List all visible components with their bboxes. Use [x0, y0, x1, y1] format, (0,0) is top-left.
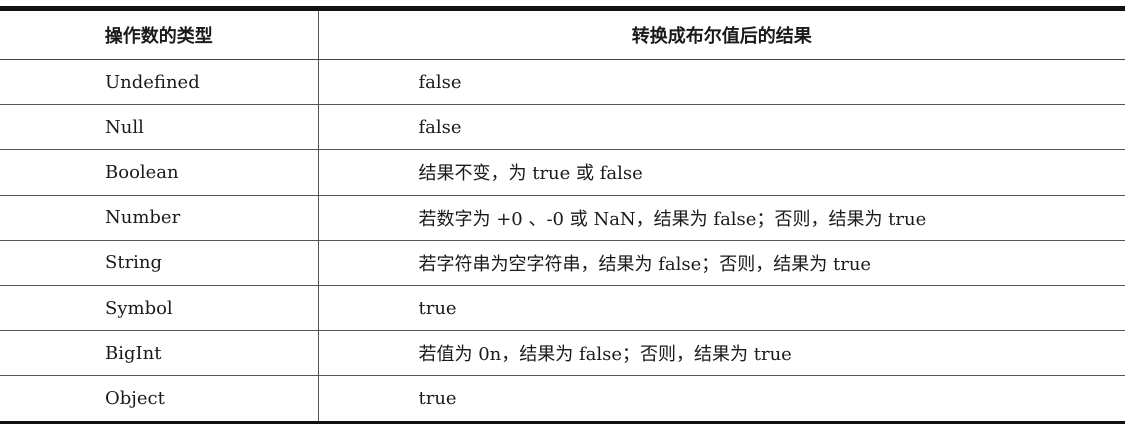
cell-type: Null — [0, 104, 319, 151]
cell-type: Object — [0, 375, 319, 421]
cell-result: false — [318, 59, 1125, 106]
cell-result: true — [318, 285, 1125, 332]
cell-type: String — [0, 240, 319, 286]
cell-result: 若值为 0n，结果为 false；否则，结果为 true — [318, 330, 1125, 377]
table-row: Null false — [0, 104, 1125, 151]
cell-result: true — [418, 387, 457, 409]
cell-result: 结果不变，为 true 或 false — [318, 149, 1125, 196]
cell-type: BigInt — [0, 330, 319, 377]
header-boolean-result: 转换成布尔值后的结果 — [318, 11, 1125, 60]
table-row: Undefined false — [0, 59, 1125, 106]
cell-type: Boolean — [0, 149, 319, 196]
table-row: Boolean 结果不变，为 true 或 false — [0, 149, 1125, 196]
table-row: String 若字符串为空字符串，结果为 false；否则，结果为 true — [0, 240, 1125, 286]
boolean-conversion-table: 操作数的类型 转换成布尔值后的结果 Undefined false Null f… — [0, 6, 1125, 424]
header-operand-type: 操作数的类型 — [0, 11, 319, 60]
table-row: Object true — [0, 375, 1125, 421]
cell-type: Symbol — [0, 285, 319, 332]
table-row: BigInt 若值为 0n，结果为 false；否则，结果为 true — [0, 330, 1125, 377]
table-header-row: 操作数的类型 转换成布尔值后的结果 — [0, 11, 1125, 60]
cell-result: false — [318, 104, 1125, 151]
cell-result: 若数字为 +0 、-0 或 NaN，结果为 false；否则，结果为 true — [318, 195, 1125, 241]
cell-type: Undefined — [0, 59, 319, 106]
table-row: Symbol true — [0, 285, 1125, 332]
cell-type: Number — [0, 195, 319, 241]
table-row: Number 若数字为 +0 、-0 或 NaN，结果为 false；否则，结果… — [0, 195, 1125, 241]
cell-result: 若字符串为空字符串，结果为 false；否则，结果为 true — [318, 240, 1125, 286]
conversion-table: 操作数的类型 转换成布尔值后的结果 Undefined false Null f… — [0, 11, 1125, 421]
